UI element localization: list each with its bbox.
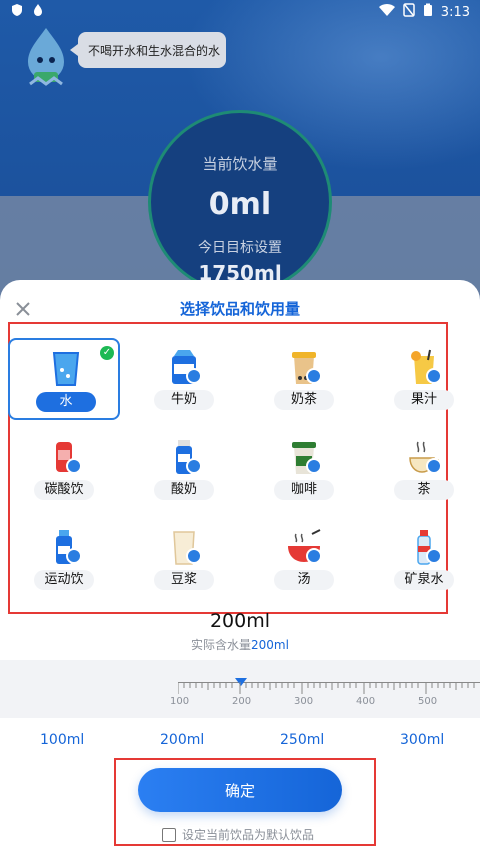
lock-icon xyxy=(66,458,82,474)
status-time: 3:13 xyxy=(440,4,470,20)
actual-water-note: 实际含水量200ml xyxy=(0,636,480,653)
drink-option-label: 茶 xyxy=(394,480,454,500)
water-drop-icon xyxy=(32,3,44,21)
drink-selection-sheet: 选择饮品和饮用量 ✓ 水 牛奶 奶茶 果汁 碳酸饮 酸奶 咖啡 茶 运动饮 豆浆… xyxy=(0,280,480,854)
lock-icon xyxy=(306,458,322,474)
drink-option-label: 矿泉水 xyxy=(394,570,454,590)
drink-option-coffee[interactable]: 咖啡 xyxy=(248,428,360,510)
drink-option-sports-drink[interactable]: 运动饮 xyxy=(8,518,120,600)
status-bar: 3:13 xyxy=(0,0,480,24)
ruler-tick-label: 200 xyxy=(232,696,252,707)
default-drink-option[interactable]: 设定当前饮品为默认饮品 xyxy=(162,826,314,843)
actual-water-prefix: 实际含水量 xyxy=(191,638,252,652)
lock-icon xyxy=(306,368,322,384)
lock-icon xyxy=(186,548,202,564)
drink-option-label: 果汁 xyxy=(394,390,454,410)
shield-icon xyxy=(10,3,24,21)
tip-bubble: 不喝开水和生水混合的水 xyxy=(70,32,226,68)
default-drink-checkbox-label: 设定当前饮品为默认饮品 xyxy=(182,828,315,842)
ruler-tick-label: 500 xyxy=(418,696,438,707)
drink-option-label: 运动饮 xyxy=(34,570,94,590)
selected-amount: 200ml xyxy=(209,610,271,632)
drink-option-soy-milk[interactable]: 豆浆 xyxy=(128,518,240,600)
amount-ruler-slider[interactable]: 100 200 300 400 500 xyxy=(0,660,480,718)
quick-amount-100[interactable]: 100ml xyxy=(40,732,84,748)
lock-icon xyxy=(426,458,442,474)
quick-amount-300[interactable]: 300ml xyxy=(400,732,444,748)
lock-icon xyxy=(66,548,82,564)
daily-target-label: 今日目标设置 xyxy=(198,240,282,256)
default-drink-checkbox[interactable] xyxy=(162,827,176,842)
drink-option-label: 牛奶 xyxy=(154,390,214,410)
drink-grid: ✓ 水 牛奶 奶茶 果汁 碳酸饮 酸奶 咖啡 茶 运动饮 豆浆 汤 矿泉水 xyxy=(8,338,480,608)
drink-option-soda[interactable]: 碳酸饮 xyxy=(8,428,120,510)
battery-icon xyxy=(423,3,433,21)
drink-option-label: 水 xyxy=(36,392,96,412)
mascot-icon[interactable] xyxy=(20,26,72,90)
drink-option-label: 豆浆 xyxy=(154,570,214,590)
drink-option-label: 汤 xyxy=(274,570,334,590)
drink-option-label: 酸奶 xyxy=(154,480,214,500)
ruler-tick-label: 300 xyxy=(294,696,314,707)
lock-icon xyxy=(186,458,202,474)
drink-option-label: 奶茶 xyxy=(274,390,334,410)
confirm-button[interactable]: 确定 xyxy=(138,768,342,812)
drink-option-tea[interactable]: 茶 xyxy=(368,428,480,510)
water-progress-circle: 当前饮水量 0ml 今日目标设置 1750ml xyxy=(148,110,332,294)
drink-option-water[interactable]: ✓ 水 xyxy=(8,338,120,420)
sheet-title: 选择饮品和饮用量 xyxy=(179,300,300,318)
selected-check-icon: ✓ xyxy=(100,346,114,360)
lock-icon xyxy=(426,548,442,564)
drink-option-label: 碳酸饮 xyxy=(34,480,94,500)
lock-icon xyxy=(426,368,442,384)
ruler-tick-label: 100 xyxy=(170,696,190,707)
ruler-ticks xyxy=(178,682,475,694)
lock-icon xyxy=(186,368,202,384)
actual-water-value: 200ml xyxy=(251,638,289,652)
drink-option-yogurt[interactable]: 酸奶 xyxy=(128,428,240,510)
lock-icon xyxy=(306,548,322,564)
drink-option-label: 咖啡 xyxy=(274,480,334,500)
quick-amount-250[interactable]: 250ml xyxy=(280,732,324,748)
drink-option-milk-tea[interactable]: 奶茶 xyxy=(248,338,360,420)
ruler-tick-label: 400 xyxy=(356,696,376,707)
water-glass-icon xyxy=(48,350,84,388)
wifi-icon xyxy=(378,3,395,21)
drink-option-mineral-water[interactable]: 矿泉水 xyxy=(368,518,480,600)
current-intake-label: 当前饮水量 xyxy=(202,155,278,173)
current-intake-value: 0ml xyxy=(208,187,272,222)
no-sim-icon xyxy=(403,3,415,21)
drink-option-milk[interactable]: 牛奶 xyxy=(128,338,240,420)
quick-amount-200[interactable]: 200ml xyxy=(160,732,204,748)
drink-option-juice[interactable]: 果汁 xyxy=(368,338,480,420)
drink-option-soup[interactable]: 汤 xyxy=(248,518,360,600)
